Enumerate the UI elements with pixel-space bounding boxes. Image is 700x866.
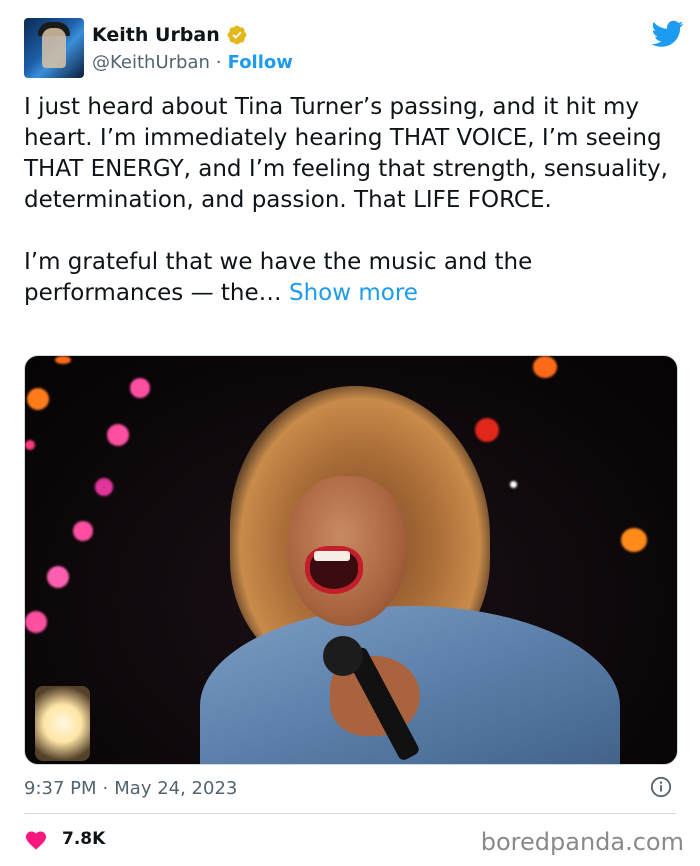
author-handle-row: @KeithUrban · Follow [92, 50, 293, 74]
divider [24, 813, 676, 814]
author-name-row: Keith Urban [92, 22, 248, 48]
tweet-time: 9:37 PM [24, 777, 97, 799]
avatar[interactable] [24, 18, 84, 78]
like-count: 7.8K [62, 829, 106, 849]
tweet-card: Keith Urban @KeithUrban · Follow I just … [0, 0, 700, 866]
show-more-link[interactable]: Show more [289, 280, 418, 306]
follow-button[interactable]: Follow [228, 52, 293, 73]
like-action[interactable]: 7.8K [24, 826, 105, 852]
handle-separator: · [215, 51, 222, 73]
twitter-bird-icon[interactable] [652, 20, 684, 48]
author-name[interactable]: Keith Urban [92, 24, 220, 46]
author-handle[interactable]: @KeithUrban [92, 52, 210, 73]
tweet-date: May 24, 2023 [114, 777, 238, 799]
tweet-photo[interactable] [24, 355, 678, 765]
watermark: boredpanda.com [480, 828, 684, 856]
tweet-text: I just heard about Tina Turner’s passing… [24, 92, 676, 309]
verified-badge-icon [227, 25, 247, 45]
timestamp-separator: · [102, 777, 109, 799]
heart-icon[interactable] [24, 828, 48, 850]
tweet-timestamp[interactable]: 9:37 PM · May 24, 2023 [24, 776, 237, 800]
tweet-header: Keith Urban @KeithUrban · Follow [24, 18, 684, 78]
info-icon[interactable] [650, 776, 672, 798]
tweet-body: I just heard about Tina Turner’s passing… [24, 94, 668, 306]
